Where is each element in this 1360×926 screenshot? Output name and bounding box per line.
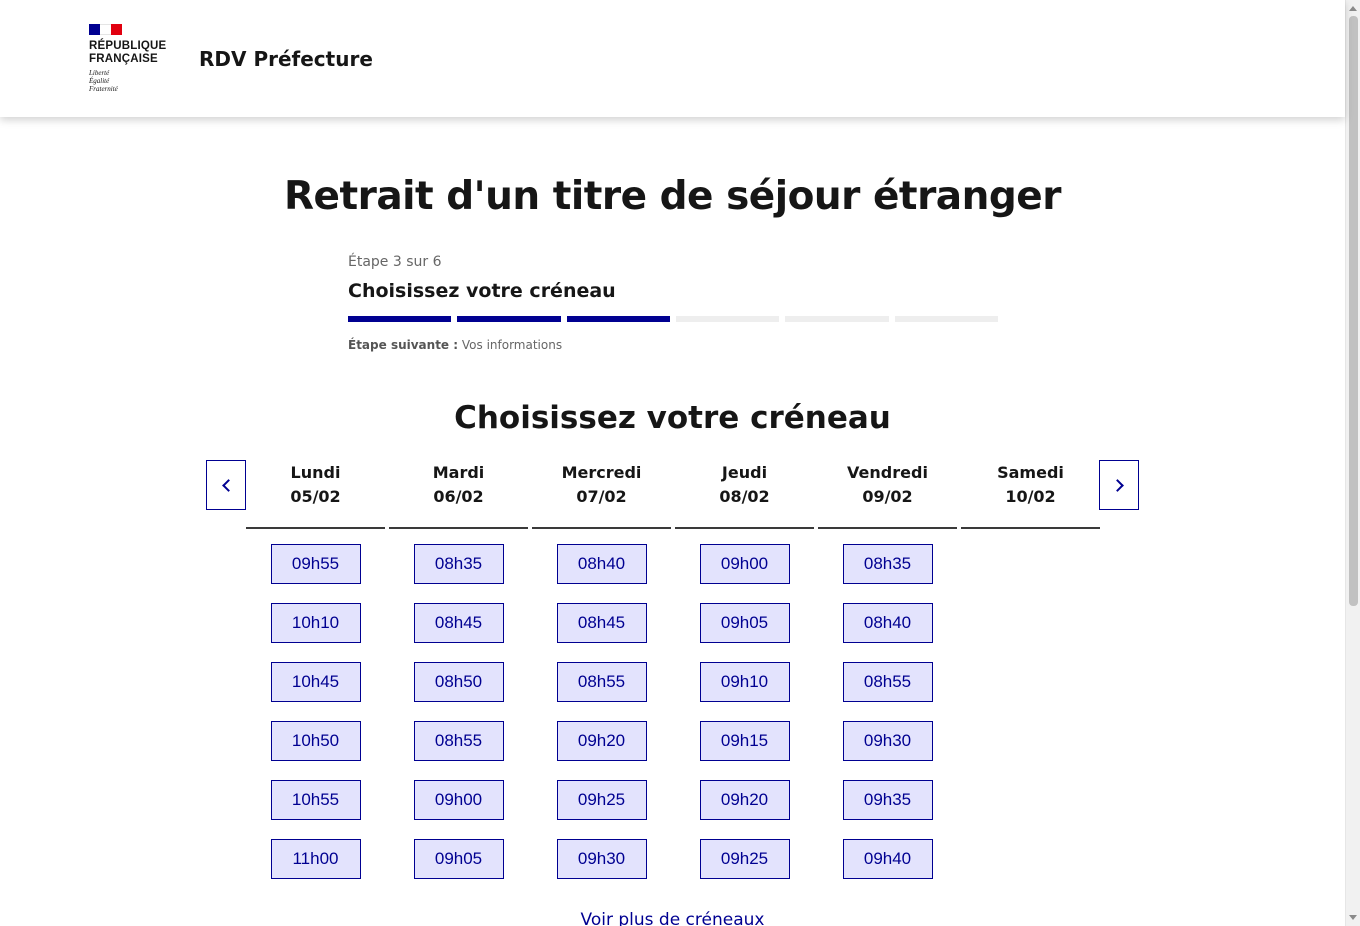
time-slot-button[interactable]: 09h00 bbox=[699, 544, 790, 584]
day-slots: 09h55 10h10 10h45 10h50 10h55 11h00 bbox=[246, 544, 385, 879]
day-slots: 09h00 09h05 09h10 09h15 09h20 09h25 bbox=[675, 544, 814, 879]
day-date: 10/02 bbox=[1005, 487, 1056, 506]
step-count: Étape 3 sur 6 bbox=[348, 254, 442, 270]
time-slot-button[interactable]: 09h00 bbox=[413, 780, 504, 820]
time-slot-button[interactable]: 08h45 bbox=[556, 603, 647, 643]
step-bar-2 bbox=[457, 316, 561, 322]
chevron-right-icon bbox=[1110, 478, 1124, 492]
time-slot-button[interactable]: 09h55 bbox=[270, 544, 361, 584]
time-slot-button[interactable]: 09h40 bbox=[842, 839, 933, 879]
time-slot-button[interactable]: 08h55 bbox=[556, 662, 647, 702]
previous-days-button[interactable] bbox=[206, 460, 246, 510]
time-slot-button[interactable]: 08h45 bbox=[413, 603, 504, 643]
motto: Liberté Égalité Fraternité bbox=[89, 69, 179, 93]
day-column: Lundi 05/02 09h55 10h10 10h45 10h50 10h55 11h00 bbox=[246, 461, 385, 898]
marianne-flag-icon bbox=[89, 24, 122, 35]
day-date: 08/02 bbox=[719, 487, 770, 506]
logo-text-line2: FRANÇAISE bbox=[89, 53, 158, 65]
scroll-up-icon[interactable] bbox=[1349, 6, 1357, 11]
page-title: Retrait d'un titre de séjour étranger bbox=[283, 174, 1062, 219]
time-slot-button[interactable]: 08h55 bbox=[413, 721, 504, 761]
chevron-left-icon bbox=[221, 478, 235, 492]
step-bar-5 bbox=[785, 316, 889, 322]
day-name: Vendredi bbox=[847, 463, 928, 482]
time-slot-button[interactable]: 09h30 bbox=[842, 721, 933, 761]
step-title: Choisissez votre créneau bbox=[348, 280, 616, 302]
section-title: Choisissez votre créneau bbox=[454, 400, 891, 436]
logo-text-line1: RÉPUBLIQUE bbox=[89, 40, 167, 52]
service-title[interactable]: RDV Préfecture bbox=[199, 47, 373, 71]
day-date: 07/02 bbox=[576, 487, 627, 506]
time-slot-button[interactable]: 10h50 bbox=[270, 721, 361, 761]
motto-line1: Liberté bbox=[89, 69, 110, 77]
day-slots: 08h35 08h45 08h50 08h55 09h00 09h05 bbox=[389, 544, 528, 879]
motto-line3: Fraternité bbox=[89, 85, 118, 93]
time-slot-button[interactable]: 09h35 bbox=[842, 780, 933, 820]
day-column: Mardi 06/02 08h35 08h45 08h50 08h55 09h00 09h05 bbox=[389, 461, 528, 898]
day-header: Samedi 10/02 bbox=[961, 461, 1100, 529]
day-date: 05/02 bbox=[290, 487, 341, 506]
scrollbar-thumb[interactable] bbox=[1349, 16, 1358, 606]
step-bar-6 bbox=[894, 316, 998, 322]
day-column: Jeudi 08/02 09h00 09h05 09h10 09h15 09h20 09h25 bbox=[675, 461, 814, 898]
day-date: 06/02 bbox=[433, 487, 484, 506]
site-header: RÉPUBLIQUE FRANÇAISE Liberté Égalité Fra… bbox=[0, 0, 1345, 117]
motto-line2: Égalité bbox=[89, 77, 110, 85]
next-step-value: Vos informations bbox=[461, 338, 563, 352]
time-slot-button[interactable]: 09h25 bbox=[556, 780, 647, 820]
step-progress-bars bbox=[348, 316, 998, 322]
day-header: Mercredi 07/02 bbox=[532, 461, 671, 529]
time-slot-button[interactable]: 09h30 bbox=[556, 839, 647, 879]
scroll-down-icon[interactable] bbox=[1349, 915, 1357, 920]
day-column: Samedi 10/02 bbox=[961, 461, 1100, 544]
time-slot-button[interactable]: 09h20 bbox=[699, 780, 790, 820]
next-step-label: Étape suivante : bbox=[348, 338, 459, 352]
day-name: Samedi bbox=[997, 463, 1064, 482]
day-column: Vendredi 09/02 08h35 08h40 08h55 09h30 09h35 09… bbox=[818, 461, 957, 898]
day-header: Mardi 06/02 bbox=[389, 461, 528, 529]
day-name: Lundi bbox=[290, 463, 341, 482]
next-days-button[interactable] bbox=[1099, 460, 1139, 510]
step-bar-4 bbox=[675, 316, 780, 322]
time-slot-button[interactable]: 08h35 bbox=[842, 544, 933, 584]
more-slots-link[interactable]: Voir plus de créneaux bbox=[0, 910, 1345, 926]
step-bar-1 bbox=[348, 316, 452, 322]
time-slot-button[interactable]: 09h15 bbox=[699, 721, 790, 761]
day-date: 09/02 bbox=[862, 487, 913, 506]
page-scrollbar[interactable] bbox=[1345, 0, 1360, 926]
time-slot-button[interactable]: 08h40 bbox=[842, 603, 933, 643]
day-slots: 08h35 08h40 08h55 09h30 09h35 09h40 bbox=[818, 544, 957, 879]
day-name: Jeudi bbox=[721, 463, 768, 482]
time-slot-button[interactable]: 10h45 bbox=[270, 662, 361, 702]
time-slot-button[interactable]: 08h50 bbox=[413, 662, 504, 702]
time-slot-button[interactable]: 09h05 bbox=[413, 839, 504, 879]
step-bar-3 bbox=[566, 316, 670, 322]
republique-francaise-logo[interactable]: RÉPUBLIQUE FRANÇAISE Liberté Égalité Fra… bbox=[89, 24, 179, 93]
time-slot-button[interactable]: 10h10 bbox=[270, 603, 361, 643]
time-slot-button[interactable]: 08h35 bbox=[413, 544, 504, 584]
day-name: Mercredi bbox=[561, 463, 642, 482]
time-slot-button[interactable]: 08h40 bbox=[556, 544, 647, 584]
time-slot-button[interactable]: 09h20 bbox=[556, 721, 647, 761]
day-column: Mercredi 07/02 08h40 08h45 08h55 09h20 09h25 09… bbox=[532, 461, 671, 898]
day-header: Lundi 05/02 bbox=[246, 461, 385, 529]
day-slots: 08h40 08h45 08h55 09h20 09h25 09h30 bbox=[532, 544, 671, 879]
time-slot-button[interactable]: 09h05 bbox=[699, 603, 790, 643]
day-header: Vendredi 09/02 bbox=[818, 461, 957, 529]
next-step: Étape suivante : Vos informations bbox=[348, 338, 998, 352]
time-slot-button[interactable]: 11h00 bbox=[270, 839, 361, 879]
time-slot-button[interactable]: 08h55 bbox=[842, 662, 933, 702]
time-slot-button[interactable]: 09h25 bbox=[699, 839, 790, 879]
day-name: Mardi bbox=[432, 463, 485, 482]
time-slot-button[interactable]: 09h10 bbox=[699, 662, 790, 702]
time-slot-button[interactable]: 10h55 bbox=[270, 780, 361, 820]
day-header: Jeudi 08/02 bbox=[675, 461, 814, 529]
stepper: Étape 3 sur 6 Choisissez votre créneau É… bbox=[348, 254, 998, 352]
